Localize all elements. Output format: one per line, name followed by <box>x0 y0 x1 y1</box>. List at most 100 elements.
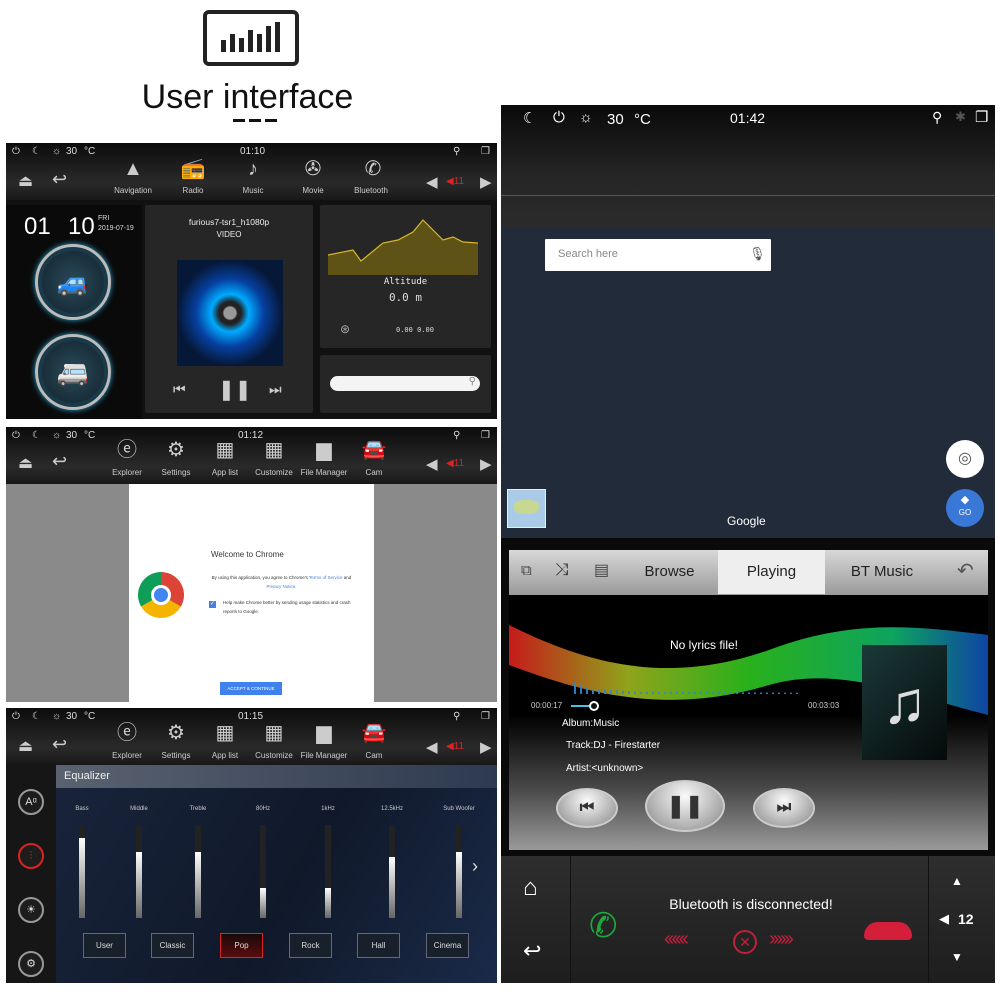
power-icon[interactable]: ⏻ <box>553 109 565 126</box>
eq-slider-bass[interactable] <box>79 825 85 918</box>
eq-slider-80hz[interactable] <box>260 825 266 918</box>
eq-slider-middle[interactable] <box>136 825 142 918</box>
folder-icon[interactable]: ▆ <box>309 437 339 463</box>
home-icon[interactable]: ⌂ <box>523 874 538 902</box>
preset-classic-button[interactable]: Classic <box>151 933 194 958</box>
tab-playing[interactable]: Playing <box>718 550 825 594</box>
car-front-gauge[interactable]: 🚙 <box>35 244 111 320</box>
answer-call-icon[interactable]: ✆ <box>589 906 618 946</box>
eq-slider-12-5khz[interactable] <box>389 825 395 918</box>
night-mode-icon[interactable]: ☾ <box>523 109 536 127</box>
previous-icon[interactable]: ⏮ <box>173 381 186 398</box>
home-icon[interactable]: ⏏ <box>18 453 33 473</box>
brightness-icon[interactable]: ☼ <box>579 109 593 126</box>
next-arrow-icon[interactable]: ▶ <box>480 455 492 473</box>
eq-slider-sub-woofer[interactable] <box>456 825 462 918</box>
prev-arrow-icon[interactable]: ◀ <box>426 738 438 756</box>
recent-apps-icon[interactable]: ❐ <box>975 108 988 126</box>
brightness-icon[interactable]: ☼ <box>52 430 61 441</box>
navigation-arrow-icon[interactable]: ▲ <box>118 156 148 182</box>
brightness-icon[interactable]: ☼ <box>52 146 61 157</box>
night-mode-icon[interactable]: ☾ <box>32 146 41 157</box>
car-icon[interactable]: 🚘 <box>359 437 389 463</box>
prev-arrow-icon[interactable]: ◀ <box>426 455 438 473</box>
brightness-icon[interactable]: ☀ <box>18 897 44 923</box>
font-icon[interactable]: Aᵅ <box>18 789 44 815</box>
my-location-button[interactable]: ◎ <box>946 440 984 478</box>
privacy-link[interactable]: Privacy Notice. <box>266 584 296 589</box>
volume-up-icon[interactable]: ▲ <box>951 874 963 888</box>
next-arrow-icon[interactable]: ▶ <box>480 738 492 756</box>
preset-rock-button[interactable]: Rock <box>289 933 332 958</box>
back-icon[interactable]: ↩ <box>52 734 67 755</box>
accept-continue-button[interactable]: ACCEPT & CONTINUE <box>220 682 282 695</box>
folder-icon[interactable]: ▆ <box>309 720 339 746</box>
app-grid-icon[interactable]: ▦ <box>259 720 289 746</box>
pause-icon[interactable]: ❚❚ <box>218 377 252 402</box>
power-icon[interactable]: ⏻ <box>12 711 20 722</box>
back-icon[interactable]: ↩ <box>52 169 67 190</box>
search-input[interactable]: Search here 🎙 <box>545 239 771 271</box>
preset-cinema-button[interactable]: Cinema <box>426 933 469 958</box>
power-icon[interactable]: ⏻ <box>12 146 20 157</box>
return-icon[interactable]: ↶ <box>957 558 974 583</box>
next-arrow-icon[interactable]: ▶ <box>480 173 492 191</box>
music-note-icon[interactable]: ♪ <box>238 156 268 182</box>
radio-icon[interactable]: 📻 <box>178 156 208 182</box>
home-icon[interactable]: ⏏ <box>18 736 33 756</box>
previous-track-button[interactable]: ⏮ <box>556 788 618 828</box>
nav-item-cam[interactable]: Cam <box>339 468 409 477</box>
equalizer-settings-icon[interactable]: ⧉ <box>521 562 532 579</box>
spectrum-icon[interactable]: ▤ <box>594 560 609 580</box>
power-icon[interactable]: ⏻ <box>12 430 20 441</box>
search-bar[interactable]: ⚲ <box>330 376 480 391</box>
terms-link[interactable]: Terms of Service <box>309 575 343 580</box>
search-icon[interactable]: ⚲ <box>469 376 476 387</box>
home-icon[interactable]: ⏏ <box>18 171 33 191</box>
car-side-gauge[interactable]: 🚐 <box>35 334 111 410</box>
explorer-icon[interactable]: ⓔ <box>112 720 142 746</box>
volume-down-icon[interactable]: ▼ <box>951 950 963 964</box>
eq-slider-1khz[interactable] <box>325 825 331 918</box>
grid-icon[interactable]: ▦ <box>210 437 240 463</box>
equalizer-icon[interactable]: ⫶ <box>18 843 44 869</box>
gear-icon[interactable]: ⚙ <box>161 437 191 463</box>
eq-slider-treble[interactable] <box>195 825 201 918</box>
back-icon[interactable]: ↩ <box>523 938 541 964</box>
recent-apps-icon[interactable]: ❐ <box>481 430 490 441</box>
app-grid-icon[interactable]: ▦ <box>259 437 289 463</box>
usage-stats-checkbox[interactable]: ✓ <box>209 601 216 608</box>
back-icon[interactable]: ↩ <box>52 451 67 472</box>
video-widget[interactable]: furious7-tsr1_h1080p VIDEO ⏮ ❚❚ ⏭ <box>145 205 313 413</box>
nav-item-cam[interactable]: Cam <box>339 751 409 760</box>
car-icon[interactable]: 🚘 <box>359 720 389 746</box>
night-mode-icon[interactable]: ☾ <box>32 430 41 441</box>
brightness-icon[interactable]: ☼ <box>52 711 61 722</box>
explorer-icon[interactable]: ⓔ <box>112 437 142 463</box>
recent-apps-icon[interactable]: ❐ <box>481 711 490 722</box>
tab-browse[interactable]: Browse <box>627 550 712 594</box>
gear-icon[interactable]: ⚙ <box>161 720 191 746</box>
next-icon[interactable]: ⏭ <box>269 381 282 398</box>
grid-icon[interactable]: ▦ <box>210 720 240 746</box>
film-reel-icon[interactable]: ✇ <box>298 156 328 182</box>
shuffle-icon[interactable]: ⤨ <box>555 560 569 580</box>
hang-up-icon[interactable] <box>864 922 912 940</box>
pause-button[interactable]: ❚❚ <box>645 780 725 832</box>
progress-slider[interactable] <box>571 701 811 711</box>
settings-gear-icon[interactable]: ⚙ <box>18 951 44 977</box>
map-layer-thumbnail[interactable] <box>507 489 546 528</box>
prev-arrow-icon[interactable]: ◀ <box>426 173 438 191</box>
night-mode-icon[interactable]: ☾ <box>32 711 41 722</box>
preset-user-button[interactable]: User <box>83 933 126 958</box>
next-track-button[interactable]: ⏭ <box>753 788 815 828</box>
go-button[interactable]: ◆ GO <box>946 489 984 527</box>
nav-item-bluetooth[interactable]: Bluetooth <box>336 186 406 195</box>
microphone-icon[interactable]: 🎙 <box>749 246 766 262</box>
tab-bt-music[interactable]: BT Music <box>827 550 937 594</box>
phone-icon[interactable]: ✆ <box>358 156 388 182</box>
preset-hall-button[interactable]: Hall <box>357 933 400 958</box>
preset-pop-button[interactable]: Pop <box>220 933 263 958</box>
recent-apps-icon[interactable]: ❐ <box>481 146 490 157</box>
chevron-right-icon[interactable]: › <box>472 856 478 877</box>
